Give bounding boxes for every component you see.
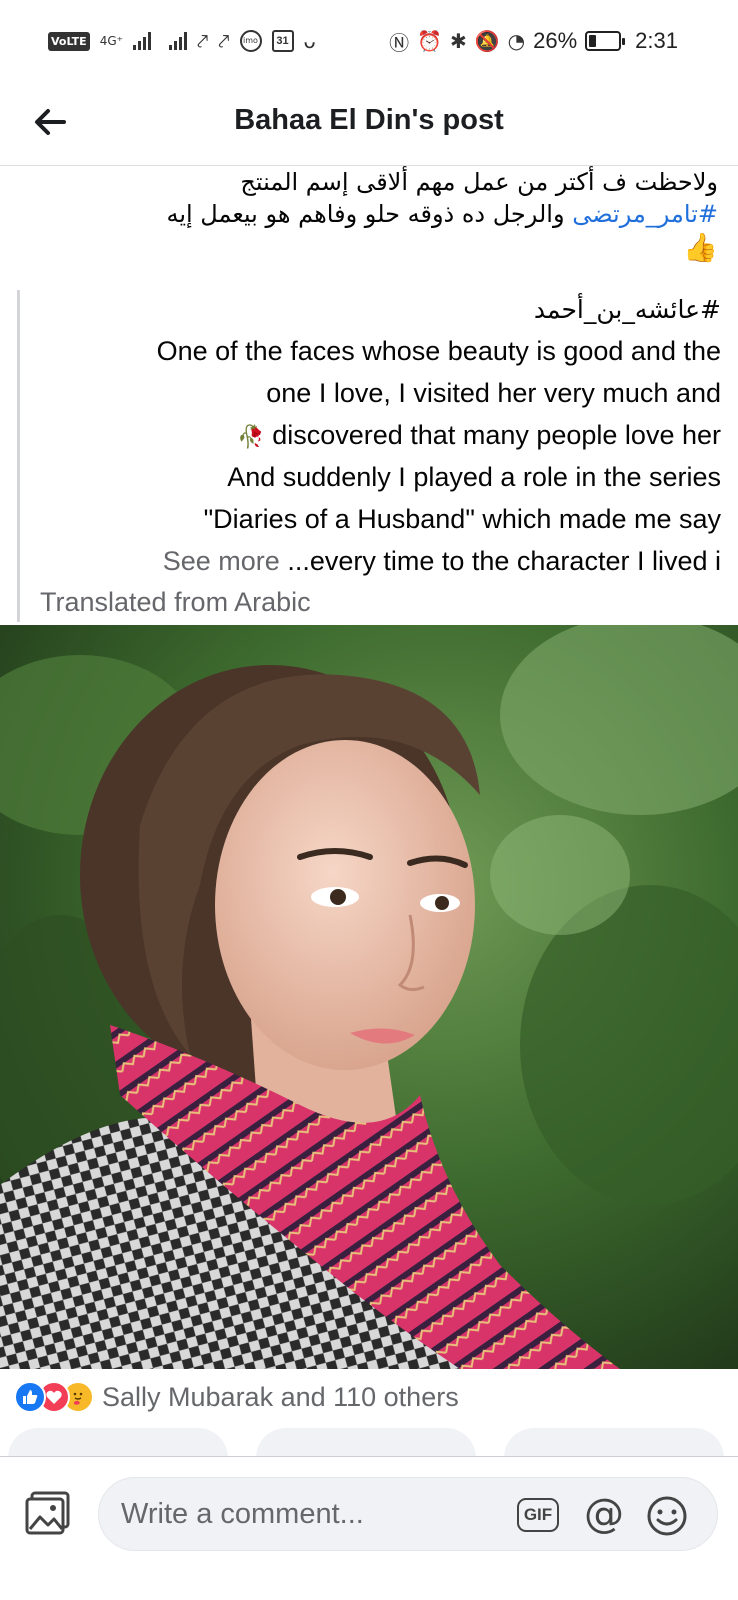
share-action-button[interactable] [504,1428,724,1458]
gif-button[interactable]: GIF [517,1498,559,1532]
imo-icon: imo [239,30,262,52]
status-left: VoLTE 4G⁺ ⤤ ⤤ imo 31 ᴗ [48,26,316,56]
like-reaction-icon [14,1381,46,1413]
network-type: 4G⁺ [99,34,123,48]
nfc-icon: Ⓝ [389,30,410,55]
see-more-link[interactable]: See more [163,546,280,576]
translated-line-5: "Diaries of a Husband" which made me say [203,504,721,534]
mute-icon: 🔕 [474,29,500,53]
shared-post-quote: #عائشه_بن_أحمد One of the faces whose be… [17,290,721,622]
translated-line-2: one I love, I visited her very much and [266,378,721,408]
photo-icon [25,1491,70,1535]
page-title: Bahaa El Din's post [234,104,504,136]
post-action-row [0,1428,738,1458]
post-text: ولاحظت ف أكتر من عمل مهم ألاقى إسم المنت… [0,166,738,270]
data-saver-icon: ◔ [507,29,526,53]
post-arabic-line-1: ولاحظت ف أكتر من عمل مهم ألاقى إسم المنت… [240,168,718,196]
calendar-icon: 31 [271,30,294,52]
clock: 2:31 [635,28,678,53]
battery-fill [589,35,597,47]
bottom-spacer [0,1570,738,1600]
bluetooth-icon: ✱ [450,29,467,53]
comment-placeholder: Write a comment... [121,1498,364,1530]
status-bar: VoLTE 4G⁺ ⤤ ⤤ imo 31 ᴗ Ⓝ ⏰ ✱ 🔕 ◔ 26% 2:3… [0,0,738,84]
reaction-count-label: Sally Mubarak and 110 others [102,1381,459,1412]
status-right: Ⓝ ⏰ ✱ 🔕 ◔ 26% 2:31 [389,26,678,56]
mention-button[interactable]: @ [581,1492,627,1538]
translated-from-link[interactable]: Translated from Arabic [40,582,721,622]
emoji-button[interactable] [645,1494,689,1538]
battery-icon [585,31,626,51]
translated-line-6: ...every time to the character I lived i [287,546,721,576]
translated-line-3: discovered that many people love her [272,420,721,450]
translated-line-3-row: 🥀 discovered that many people love her [40,414,721,456]
comment-bar: Write a comment... GIF @ [0,1456,738,1570]
photo-upload-button[interactable] [24,1489,74,1539]
quote-hashtag[interactable]: #عائشه_بن_أحمد [40,290,721,330]
post-arabic-line-2-text: والرجل ده ذوقه حلو وفاهم هو بيعمل إيه [166,200,573,228]
missed-call-icon-2: ⤤ [218,29,230,53]
smiley-icon [647,1496,687,1536]
thumbs-up-emoji: 👍 [683,231,718,264]
signal-icon [132,32,151,50]
rose-emoji: 🥀 [237,424,265,449]
comment-action-button[interactable] [256,1428,476,1458]
reaction-summary[interactable]: Sally Mubarak and 110 others [14,1377,459,1417]
post-arabic-line-2: #تامر_مرتضى والرجل ده ذوقه حلو وفاهم هو … [0,198,738,230]
alarm-icon: ⏰ [417,29,442,53]
translated-line-4: And suddenly I played a role in the seri… [227,462,721,492]
missed-call-icon: ⤤ [196,29,209,53]
translated-line-6-row: See more ...every time to the character … [40,540,721,582]
hashtag-link[interactable]: #تامر_مرتضى [572,200,718,228]
portrait-photo-illustration [0,625,738,1369]
post-photo[interactable] [0,625,738,1369]
battery-percent: 26% [533,28,578,53]
like-action-button[interactable] [8,1428,228,1458]
smile-notification-icon: ᴗ [303,29,316,53]
volte-badge: VoLTE [48,31,90,51]
top-bar: Bahaa El Din's post [0,84,738,166]
translated-line-1: One of the faces whose beauty is good an… [156,336,721,366]
comment-input[interactable]: Write a comment... GIF @ [98,1477,718,1551]
signal-icon-2 [168,32,187,50]
